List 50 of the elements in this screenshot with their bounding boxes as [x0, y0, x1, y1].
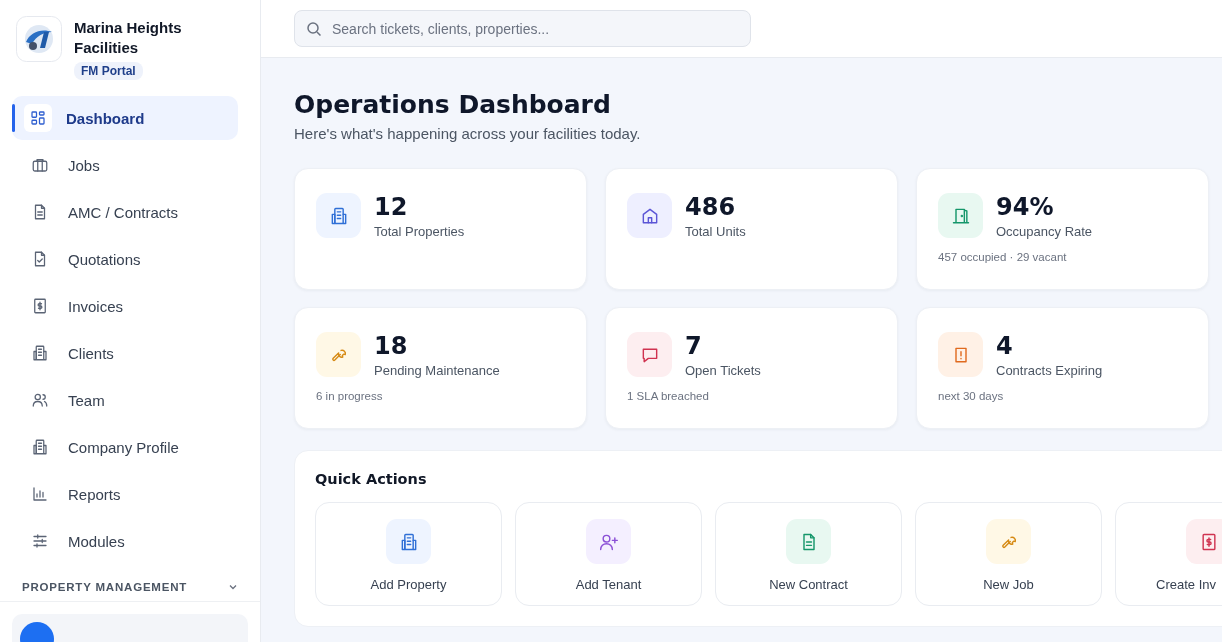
portal-badge: FM Portal [74, 62, 143, 80]
stat-value: 7 [685, 332, 702, 360]
page-subtitle: Here's what's happening across your facilities today. [294, 125, 642, 142]
stat-value: 12 [374, 193, 408, 221]
stat-value: 4 [996, 332, 1013, 360]
sidebar-item[interactable]: Reports [12, 472, 238, 516]
stat-value: 18 [374, 332, 408, 360]
sliders-icon [31, 532, 49, 550]
stat-label: Occupancy Rate [996, 224, 1093, 239]
quick-action-button[interactable]: New Contract [715, 502, 902, 606]
sidebar-item[interactable]: Dashboard [12, 96, 238, 140]
dollar-icon [31, 297, 49, 315]
chevron-icon [228, 582, 238, 592]
quick-action-button[interactable]: Create Inv [1115, 502, 1222, 606]
stat-note: 6 in progress [316, 390, 383, 402]
stat-label: Pending Maintenance [374, 363, 500, 378]
stat-label: Contracts Expiring [996, 363, 1103, 378]
stat-note: 1 SLA breached [627, 390, 709, 402]
user-card[interactable] [12, 614, 248, 642]
users-icon [31, 391, 49, 409]
building-icon [31, 438, 49, 456]
briefcase-icon [31, 156, 49, 174]
stat-value: 486 [685, 193, 736, 221]
stat-note: 457 occupied · 29 vacant [938, 251, 1067, 263]
stat-note: next 30 days [938, 390, 1004, 402]
grid-icon [29, 109, 47, 127]
quick-action-button[interactable]: New Job [915, 502, 1102, 606]
stat-label: Total Properties [374, 224, 465, 239]
page-title: Operations Dashboard [294, 90, 612, 119]
stat-label: Open Tickets [685, 363, 761, 378]
search-icon [306, 21, 322, 37]
sidebar-item[interactable]: Team [12, 378, 238, 422]
search-field[interactable]: Search tickets, clients, properties... [294, 10, 751, 47]
quick-action-button[interactable]: Add Property [315, 502, 502, 606]
logo-icon [16, 16, 62, 62]
sidebar-item[interactable]: Company Profile [12, 425, 238, 469]
building-icon [31, 344, 49, 362]
sidebar-item[interactable]: Invoices [12, 284, 238, 328]
sidebar-item[interactable]: Modules [12, 519, 238, 563]
quick-action-button[interactable]: Add Tenant [515, 502, 702, 606]
bar-chart-icon [31, 485, 49, 503]
section-title: Quick Actions [315, 471, 428, 487]
sidebar-item[interactable]: AMC / Contracts [12, 190, 238, 234]
section-header[interactable]: PROPERTY MANAGEMENT [22, 581, 238, 593]
sidebar-item[interactable]: Quotations [12, 237, 238, 281]
stat-value: 94% [996, 193, 1054, 221]
stat-label: Total Units [685, 224, 746, 239]
company-name: Marina Heights Facilities [74, 18, 183, 58]
sidebar-item[interactable]: Jobs [12, 143, 238, 187]
sidebar-item[interactable]: Clients [12, 331, 238, 375]
